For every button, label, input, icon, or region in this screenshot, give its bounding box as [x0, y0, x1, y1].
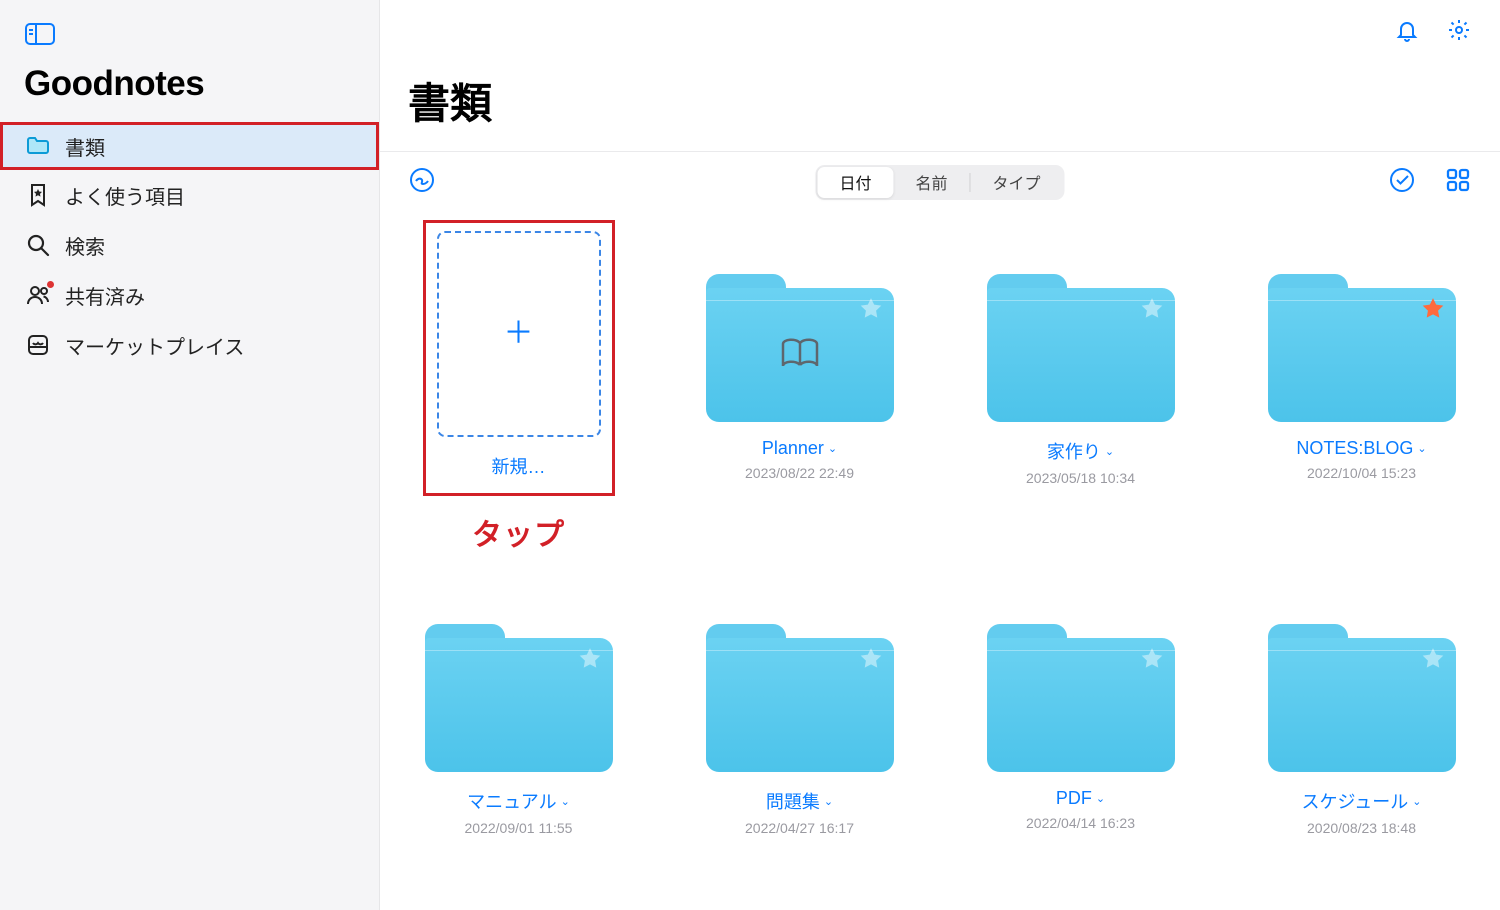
- app-title: Goodnotes: [0, 56, 379, 122]
- search-icon: [25, 232, 51, 258]
- star-icon[interactable]: [858, 296, 884, 322]
- folder-item[interactable]: マニュアル ⌄ 2022/09/01 11:55: [408, 624, 629, 836]
- folder-name[interactable]: PDF ⌄: [1056, 788, 1105, 809]
- main-area: 書類 日付 名前 タイプ: [380, 0, 1500, 910]
- new-document-cell: ＋ 新規… タップ: [408, 220, 629, 554]
- topbar: [380, 0, 1500, 52]
- folder-icon: [1268, 624, 1456, 772]
- star-icon[interactable]: [1420, 646, 1446, 672]
- folder-name[interactable]: 問題集 ⌄: [766, 788, 833, 814]
- folder-icon: [25, 133, 51, 159]
- new-document-annotation-box: ＋ 新規…: [423, 220, 615, 496]
- folder-item[interactable]: NOTES:BLOG ⌄ 2022/10/04 15:23: [1251, 220, 1472, 554]
- sidebar-item-marketplace[interactable]: マーケットプレイス: [0, 321, 379, 369]
- settings-icon[interactable]: [1446, 17, 1472, 48]
- folder-name[interactable]: マニュアル ⌄: [467, 788, 570, 814]
- folder-icon: [1268, 274, 1456, 422]
- star-icon[interactable]: [1420, 296, 1446, 322]
- folder-date: 2020/08/23 18:48: [1307, 820, 1416, 836]
- bookmark-star-icon: [25, 182, 51, 208]
- chevron-down-icon: ⌄: [1096, 792, 1105, 805]
- folder-item[interactable]: PDF ⌄ 2022/04/14 16:23: [970, 624, 1191, 836]
- folder-icon: [706, 274, 894, 422]
- folder-name[interactable]: 家作り ⌄: [1047, 438, 1114, 464]
- star-icon[interactable]: [858, 646, 884, 672]
- folder-date: 2023/05/18 10:34: [1026, 470, 1135, 486]
- chevron-down-icon: ⌄: [1105, 445, 1114, 458]
- documents-grid: ＋ 新規… タップ Planner: [380, 210, 1500, 836]
- chevron-down-icon: ⌄: [824, 795, 833, 808]
- chevron-down-icon: ⌄: [828, 442, 837, 455]
- new-document-button[interactable]: ＋: [437, 231, 601, 437]
- sidebar-item-label: マーケットプレイス: [65, 331, 244, 360]
- sidebar-item-label: 共有済み: [65, 281, 145, 310]
- sidebar-item-label: 検索: [65, 231, 105, 260]
- folder-item[interactable]: 家作り ⌄ 2023/05/18 10:34: [970, 220, 1191, 554]
- page-title: 書類: [380, 52, 1500, 152]
- sidebar-item-favorites[interactable]: よく使う項目: [0, 171, 379, 219]
- folder-item[interactable]: 問題集 ⌄ 2022/04/27 16:17: [689, 624, 910, 836]
- new-document-label: 新規…: [492, 453, 546, 479]
- folder-date: 2022/04/27 16:17: [745, 820, 854, 836]
- notifications-icon[interactable]: [1394, 17, 1420, 48]
- people-icon: [25, 282, 51, 308]
- sort-by-date[interactable]: 日付: [817, 167, 893, 198]
- folder-date: 2023/08/22 22:49: [745, 465, 854, 481]
- sort-segmented-control: 日付 名前 タイプ: [815, 165, 1064, 200]
- folder-date: 2022/04/14 16:23: [1026, 815, 1135, 831]
- folder-date: 2022/10/04 15:23: [1307, 465, 1416, 481]
- chevron-down-icon: ⌄: [1417, 442, 1426, 455]
- folder-icon: [987, 624, 1175, 772]
- star-icon[interactable]: [577, 646, 603, 672]
- chevron-down-icon: ⌄: [561, 795, 570, 808]
- handwriting-icon[interactable]: [408, 166, 436, 199]
- sidebar: Goodnotes 書類 よく使う項目 検索: [0, 0, 380, 910]
- marketplace-icon: [25, 332, 51, 358]
- folder-icon: [425, 624, 613, 772]
- sidebar-item-label: よく使う項目: [65, 181, 185, 210]
- folder-date: 2022/09/01 11:55: [465, 820, 573, 836]
- folder-name[interactable]: スケジュール ⌄: [1302, 788, 1422, 814]
- folder-name[interactable]: Planner ⌄: [762, 438, 837, 459]
- select-icon[interactable]: [1388, 166, 1416, 199]
- sidebar-item-shared[interactable]: 共有済み: [0, 271, 379, 319]
- sidebar-item-documents[interactable]: 書類: [0, 122, 379, 170]
- folder-item[interactable]: Planner ⌄ 2023/08/22 22:49: [689, 220, 910, 554]
- plus-icon: ＋: [504, 319, 534, 349]
- folder-name[interactable]: NOTES:BLOG ⌄: [1296, 438, 1426, 459]
- star-icon[interactable]: [1139, 646, 1165, 672]
- sidebar-item-search[interactable]: 検索: [0, 221, 379, 269]
- folder-icon: [706, 624, 894, 772]
- star-icon[interactable]: [1139, 296, 1165, 322]
- tap-annotation: タップ: [472, 510, 565, 554]
- sidebar-toggle-icon[interactable]: [24, 22, 56, 46]
- view-grid-icon[interactable]: [1444, 166, 1472, 199]
- book-icon: [775, 335, 825, 375]
- sort-by-name[interactable]: 名前: [893, 167, 969, 198]
- sort-by-type[interactable]: タイプ: [971, 167, 1063, 198]
- chevron-down-icon: ⌄: [1412, 795, 1421, 808]
- toolbar: 日付 名前 タイプ: [380, 152, 1500, 210]
- folder-icon: [987, 274, 1175, 422]
- sidebar-item-label: 書類: [65, 132, 105, 161]
- folder-item[interactable]: スケジュール ⌄ 2020/08/23 18:48: [1251, 624, 1472, 836]
